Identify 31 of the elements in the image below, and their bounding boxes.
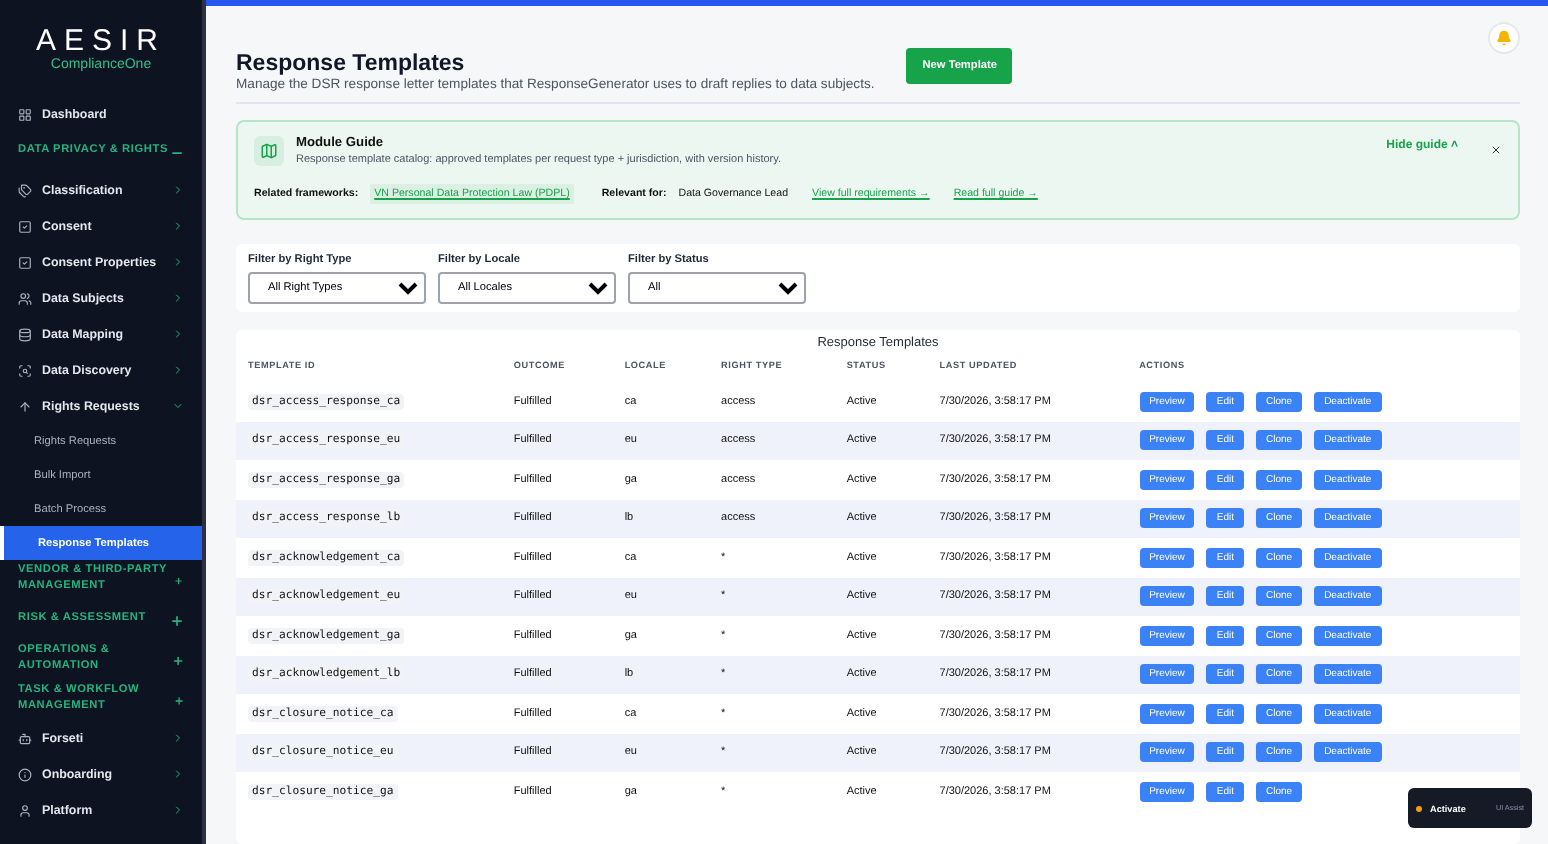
menu-item-icon (18, 183, 32, 197)
chevron-icon (172, 184, 184, 196)
menu-item-icon (18, 107, 32, 121)
menu-item-icon (18, 327, 32, 341)
close-icon[interactable] (1490, 144, 1502, 156)
menu-item-icon (18, 291, 32, 305)
menu-item-icon (18, 363, 32, 377)
status-dot-icon (1416, 805, 1422, 811)
menu-item-icon (18, 255, 32, 269)
bell-icon (1496, 30, 1512, 46)
expand-icon (174, 573, 184, 587)
chevron-icon (172, 400, 184, 412)
chevron-icon (172, 364, 184, 376)
chevron-icon (172, 292, 184, 304)
expand-icon (171, 653, 184, 667)
brand-name: AESIR (35, 24, 166, 58)
chevron-icon (172, 732, 184, 744)
chevron-icon (172, 328, 184, 340)
menu-item-icon (18, 219, 32, 233)
chevron-icon (172, 256, 184, 268)
chevron-icon (172, 768, 184, 780)
chevron-icon (172, 804, 184, 816)
menu-item-icon (18, 803, 32, 817)
expand-icon (173, 693, 184, 707)
expand-icon (170, 613, 184, 627)
chevron-icon (172, 220, 184, 232)
menu-item-icon (18, 731, 32, 745)
page-title: Response Templates (236, 52, 467, 76)
menu-item-icon (18, 767, 32, 781)
map-icon (254, 136, 284, 166)
menu-item-icon (18, 399, 32, 413)
